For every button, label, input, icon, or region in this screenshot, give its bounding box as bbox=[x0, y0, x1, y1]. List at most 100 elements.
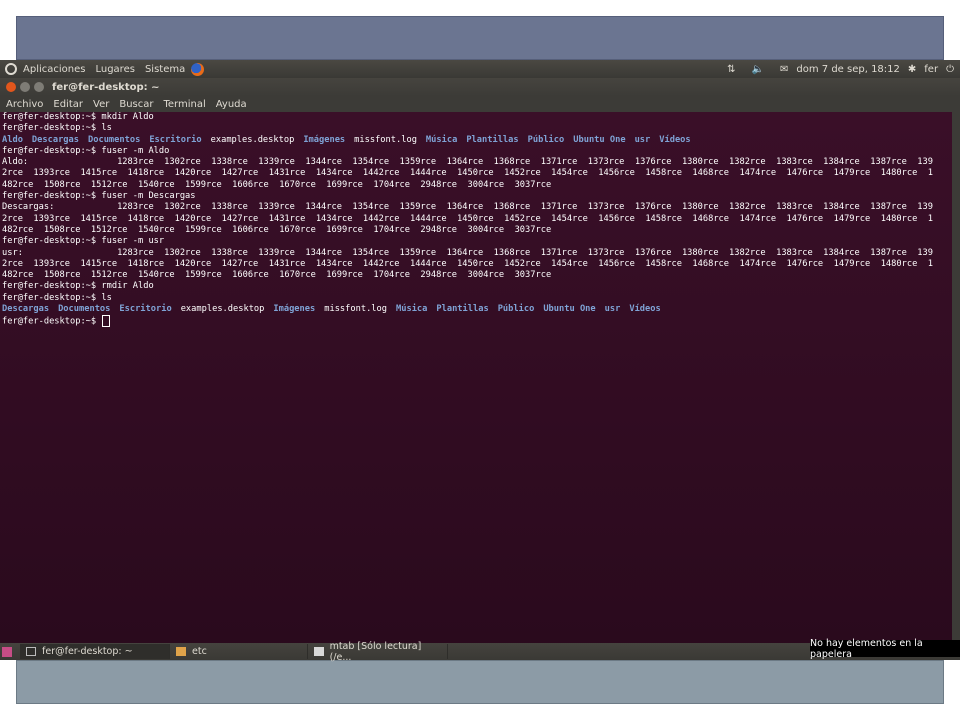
terminal-line: Descargas Documentos Escritorio examples.de… bbox=[2, 304, 952, 315]
terminal-text: fer@fer-desktop:~$ bbox=[2, 316, 102, 327]
terminal-line: fer@fer-desktop:~$ fuser -m Aldo bbox=[2, 146, 952, 157]
menu-aplicaciones[interactable]: Aplicaciones bbox=[23, 64, 85, 75]
menu-sistema[interactable]: Sistema bbox=[145, 64, 185, 75]
directory-entry: Público bbox=[497, 304, 535, 315]
directory-entry: Documentos bbox=[58, 304, 111, 315]
volume-muted-icon[interactable]: 🔈 bbox=[752, 64, 764, 75]
trash-tooltip: No hay elementos en la papelera bbox=[810, 638, 960, 660]
window-titlebar[interactable]: fer@fer-desktop: ~ bbox=[0, 78, 960, 96]
terminal-text: fer@fer-desktop:~$ rmdir Aldo bbox=[2, 281, 154, 292]
terminal-line: fer@fer-desktop:~$ ls bbox=[2, 293, 952, 304]
directory-entry: Imágenes bbox=[273, 304, 316, 315]
terminal-output[interactable]: fer@fer-desktop:~$ mkdir Aldo fer@fer-des… bbox=[0, 112, 952, 645]
directory-entry: Ubuntu One bbox=[573, 134, 626, 145]
desktop-screen: Aplicaciones Lugares Sistema ⇅ 🔈 ✉ dom 7… bbox=[0, 60, 960, 663]
close-window-button[interactable] bbox=[6, 82, 16, 92]
file-entry: missfont.log bbox=[324, 304, 387, 315]
session-icon[interactable]: ✱ bbox=[908, 64, 916, 75]
power-icon[interactable]: ⏻ bbox=[946, 64, 954, 75]
taskbar-item-terminal[interactable]: fer@fer-desktop: ~ bbox=[20, 644, 170, 659]
terminal-text: fer@fer-desktop:~$ fuser -m usr bbox=[2, 236, 165, 247]
ubuntu-logo-icon[interactable] bbox=[5, 63, 17, 75]
show-desktop-icon[interactable] bbox=[2, 646, 12, 657]
directory-entry: Escritorio bbox=[149, 134, 202, 145]
mail-icon[interactable]: ✉ bbox=[780, 64, 788, 75]
terminal-text: Descargas: 1283rce 1302rce 1338rce 1339r… bbox=[2, 202, 933, 213]
directory-entry: Música bbox=[396, 304, 428, 315]
clock[interactable]: dom 7 de sep, 18:12 bbox=[796, 64, 900, 75]
menu-ver[interactable]: Ver bbox=[93, 99, 109, 110]
terminal-text: 482rce 1508rce 1512rce 1540rce 1599rce 1… bbox=[2, 270, 552, 281]
directory-entry: usr bbox=[604, 304, 621, 315]
terminal-line: 2rce 1393rce 1415rce 1418rce 1420rce 142… bbox=[2, 168, 952, 179]
terminal-line: Aldo: 1283rce 1302rce 1338rce 1339rce 13… bbox=[2, 157, 952, 168]
text-editor-icon bbox=[314, 647, 324, 656]
slide-frame-top bbox=[16, 16, 944, 60]
terminal-text: 2rce 1393rce 1415rce 1418rce 1420rce 142… bbox=[2, 168, 933, 179]
terminal-line: fer@fer-desktop:~$ fuser -m usr bbox=[2, 236, 952, 247]
terminal-text: fer@fer-desktop:~$ fuser -m Aldo bbox=[2, 145, 170, 156]
terminal-line: fer@fer-desktop:~$ ls bbox=[2, 123, 952, 134]
terminal-text: fer@fer-desktop:~$ mkdir Aldo bbox=[2, 112, 154, 122]
directory-entry: Escritorio bbox=[119, 304, 172, 315]
taskbar-item-label: mtab [Sólo lectura] (/e... bbox=[329, 640, 422, 663]
network-icon[interactable]: ⇅ bbox=[727, 64, 735, 75]
directory-entry: usr bbox=[634, 134, 651, 145]
terminal-line: usr: 1283rce 1302rce 1338rce 1339rce 134… bbox=[2, 248, 952, 259]
terminal-text: 2rce 1393rce 1415rce 1418rce 1420rce 142… bbox=[2, 213, 933, 224]
menu-editar[interactable]: Editar bbox=[53, 99, 83, 110]
maximize-window-button[interactable] bbox=[34, 82, 44, 92]
directory-entry: Imágenes bbox=[303, 134, 346, 145]
terminal-icon bbox=[26, 647, 36, 656]
top-panel: Aplicaciones Lugares Sistema ⇅ 🔈 ✉ dom 7… bbox=[0, 60, 960, 78]
system-tray: ⇅ 🔈 ✉ dom 7 de sep, 18:12 ✱ fer ⏻ bbox=[719, 64, 960, 75]
menu-archivo[interactable]: Archivo bbox=[6, 99, 43, 110]
terminal-text: 482rce 1508rce 1512rce 1540rce 1599rce 1… bbox=[2, 224, 552, 235]
directory-entry: Documentos bbox=[88, 134, 141, 145]
directory-entry: Descargas bbox=[31, 134, 79, 145]
file-entry: missfont.log bbox=[354, 134, 417, 145]
terminal-line: 482rce 1508rce 1512rce 1540rce 1599rce 1… bbox=[2, 270, 952, 281]
terminal-line: fer@fer-desktop:~$ bbox=[2, 315, 952, 328]
file-entry: examples.desktop bbox=[180, 304, 265, 315]
terminal-line: 2rce 1393rce 1415rce 1418rce 1420rce 142… bbox=[2, 214, 952, 225]
user-name[interactable]: fer bbox=[924, 64, 938, 75]
terminal-scrollbar[interactable] bbox=[952, 112, 960, 645]
slide-frame-bottom bbox=[16, 660, 944, 704]
terminal-line: 482rce 1508rce 1512rce 1540rce 1599rce 1… bbox=[2, 180, 952, 191]
folder-icon bbox=[176, 647, 186, 656]
menu-lugares[interactable]: Lugares bbox=[95, 64, 134, 75]
terminal-text: fer@fer-desktop:~$ fuser -m Descargas bbox=[2, 191, 196, 202]
directory-entry: Público bbox=[527, 134, 565, 145]
menu-buscar[interactable]: Buscar bbox=[119, 99, 153, 110]
terminal-line: Descargas: 1283rce 1302rce 1338rce 1339r… bbox=[2, 202, 952, 213]
terminal-line: 482rce 1508rce 1512rce 1540rce 1599rce 1… bbox=[2, 225, 952, 236]
terminal-text: 2rce 1393rce 1415rce 1418rce 1420rce 142… bbox=[2, 258, 933, 269]
terminal-line: 2rce 1393rce 1415rce 1418rce 1420rce 142… bbox=[2, 259, 952, 270]
terminal-line: fer@fer-desktop:~$ fuser -m Descargas bbox=[2, 191, 952, 202]
terminal-menubar: Archivo Editar Ver Buscar Terminal Ayuda bbox=[0, 96, 960, 112]
directory-entry: Música bbox=[425, 134, 458, 145]
terminal-text: Aldo: 1283rce 1302rce 1338rce 1339rce 13… bbox=[2, 157, 933, 168]
menu-terminal[interactable]: Terminal bbox=[163, 99, 205, 110]
taskbar-item-mtab[interactable]: mtab [Sólo lectura] (/e... bbox=[308, 641, 448, 663]
window-title: fer@fer-desktop: ~ bbox=[52, 81, 160, 93]
directory-entry: Descargas bbox=[2, 304, 50, 315]
terminal-line: fer@fer-desktop:~$ rmdir Aldo bbox=[2, 281, 952, 292]
directory-entry: Vídeos bbox=[629, 304, 661, 315]
text-cursor bbox=[102, 315, 111, 328]
taskbar-item-etc[interactable]: etc bbox=[170, 644, 308, 659]
terminal-line: Aldo Descargas Documentos Escritorio example… bbox=[2, 135, 952, 146]
directory-entry: Plantillas bbox=[466, 134, 519, 145]
directory-entry: Ubuntu One bbox=[543, 304, 596, 315]
top-panel-menus: Aplicaciones Lugares Sistema bbox=[23, 64, 195, 75]
file-entry: examples.desktop bbox=[210, 134, 295, 145]
firefox-icon[interactable] bbox=[191, 62, 205, 76]
menu-ayuda[interactable]: Ayuda bbox=[216, 99, 247, 110]
minimize-window-button[interactable] bbox=[20, 82, 30, 92]
terminal-text: usr: 1283rce 1302rce 1338rce 1339rce 134… bbox=[2, 247, 933, 258]
directory-entry: Aldo bbox=[2, 134, 23, 145]
terminal-text: 482rce 1508rce 1512rce 1540rce 1599rce 1… bbox=[2, 179, 552, 190]
terminal-line: fer@fer-desktop:~$ mkdir Aldo bbox=[2, 112, 952, 123]
terminal-text: fer@fer-desktop:~$ ls bbox=[2, 292, 112, 303]
